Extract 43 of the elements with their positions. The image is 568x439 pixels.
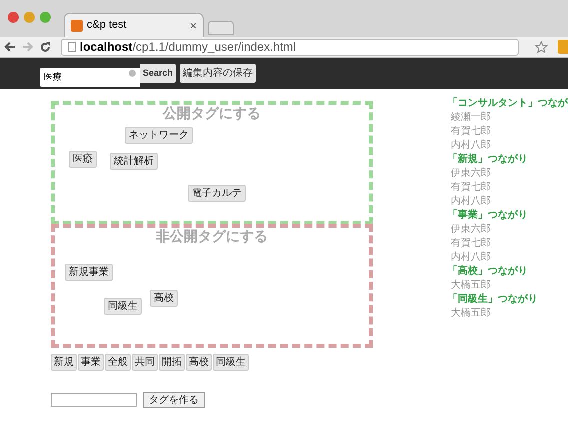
private-zone[interactable]: 非公開タグにする 新規事業 同級生 高校 [51,224,373,348]
tag-button[interactable]: 電子カルテ [188,185,246,202]
tag-button[interactable]: 高校 [186,354,212,371]
new-tab-button[interactable] [208,21,234,35]
connection-heading: 「新規」つながり [448,153,529,167]
zone-title: 公開タグにする [162,106,262,120]
tag-button[interactable]: ネットワーク [125,127,193,144]
tag-button[interactable]: 同級生 [104,298,142,315]
favicon-icon [71,20,83,32]
tag-button[interactable]: 統計解析 [110,153,158,170]
tag-button[interactable]: 同級生 [213,354,249,371]
close-tab-button[interactable]: × [190,16,197,34]
tag-button[interactable]: 高校 [150,290,178,307]
connection-heading: 「同級生」つながり [448,293,539,307]
tag-button[interactable]: 共同 [132,354,158,371]
search-field[interactable]: 医療 [40,68,140,87]
url-text: localhost/cp1.1/dummy_user/index.html [80,39,296,56]
tab-title: c&p test [87,18,128,34]
tag-button[interactable]: 新規 [51,354,77,371]
page-icon [68,42,76,52]
browser-tab[interactable]: c&p test × [64,13,204,37]
connection-heading: 「高校」つながり [448,265,529,279]
reload-button[interactable] [40,42,51,52]
close-window-icon[interactable] [8,12,19,23]
forward-button[interactable] [22,42,34,52]
zone-title: 非公開タグにする [155,229,269,243]
tag-button[interactable]: 医療 [69,151,97,168]
back-button[interactable] [4,42,16,52]
save-button[interactable]: 編集内容の保存 [180,64,256,83]
tag-button[interactable]: 新規事業 [65,264,113,281]
address-bar[interactable]: localhost/cp1.1/dummy_user/index.html [61,38,520,56]
public-zone[interactable]: 公開タグにする ネットワーク 医療 統計解析 電子カルテ [51,101,373,225]
create-tag-button[interactable]: タグを作る [143,392,205,408]
tag-button[interactable]: 事業 [78,354,104,371]
connection-heading: 「事業」つながり [448,209,529,223]
star-icon[interactable] [535,40,548,54]
tag-button[interactable]: 全般 [105,354,131,371]
tag-name-field[interactable] [51,393,137,407]
tag-button[interactable]: 開拓 [159,354,185,371]
search-button[interactable]: Search [140,64,176,83]
zoom-window-icon[interactable] [40,12,51,23]
minimize-window-icon[interactable] [24,12,35,23]
connection-heading: 「コンサルタント」つなが [448,97,568,111]
